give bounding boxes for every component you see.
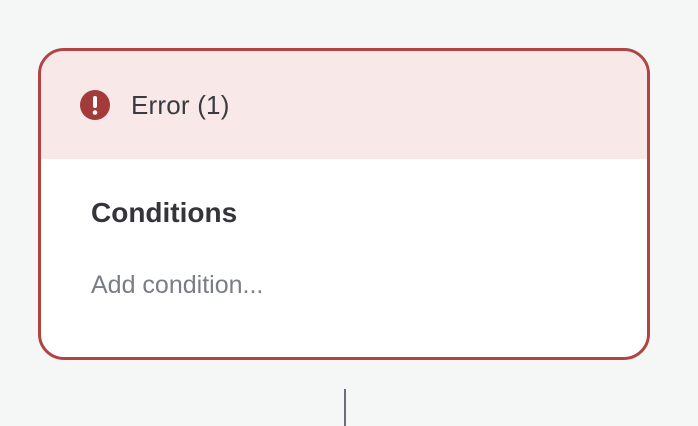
connector-line (344, 389, 346, 426)
error-count-label: Error (1) (131, 89, 230, 120)
conditions-title: Conditions (91, 197, 238, 228)
error-banner[interactable]: Error (1) (41, 51, 647, 159)
conditions-node-card[interactable]: Error (1) Conditions Add condition... (38, 48, 650, 360)
flow-canvas: Error (1) Conditions Add condition... (0, 0, 698, 426)
exclamation-circle-icon (79, 89, 111, 121)
node-body: Conditions Add condition... (41, 159, 647, 300)
add-condition-input[interactable]: Add condition... (91, 271, 647, 300)
